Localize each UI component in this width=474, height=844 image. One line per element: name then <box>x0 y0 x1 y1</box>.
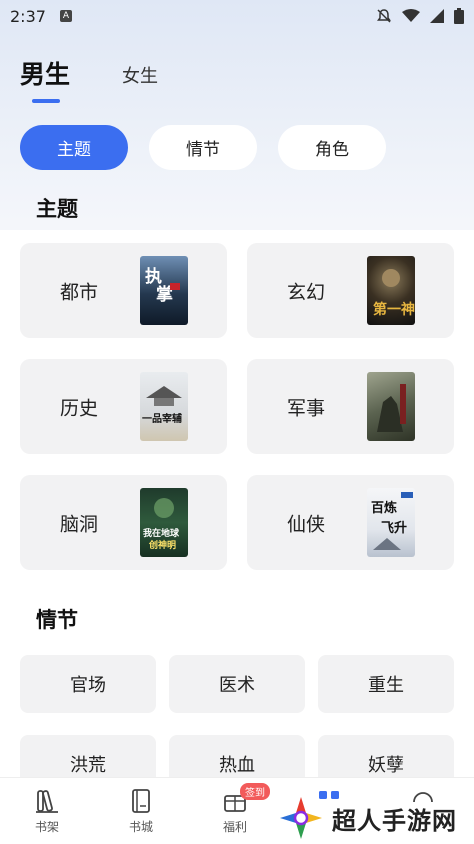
nav-bookshelf[interactable]: 书架 <box>0 778 94 844</box>
book-cover-image: 第一神 <box>367 256 415 325</box>
svg-text:执: 执 <box>145 266 162 287</box>
book-cover-image <box>367 372 415 441</box>
plot-grid: 官场 医术 重生 洪荒 热血 妖孽 <box>20 655 454 793</box>
signal-icon <box>430 9 444 23</box>
plot-chip-medicine[interactable]: 医术 <box>169 655 305 713</box>
theme-card-label: 历史 <box>60 397 99 419</box>
book-cover-image: 我在地球 创神明 <box>140 488 188 557</box>
filter-plot[interactable]: 情节 <box>149 125 257 170</box>
svg-text:飞升: 飞升 <box>381 520 407 536</box>
svg-text:一品宰辅: 一品宰辅 <box>142 412 182 425</box>
theme-card-label: 都市 <box>60 281 99 303</box>
sign-in-badge: 签到 <box>240 783 270 800</box>
nav-bookstore-label: 书城 <box>128 820 153 834</box>
tab-male[interactable]: 男生 <box>20 55 71 103</box>
bookshelf-icon <box>36 790 58 813</box>
theme-card-brainstorm[interactable]: 脑洞 我在地球 创神明 <box>20 475 227 570</box>
theme-card-xianxia[interactable]: 仙侠 百炼 飞升 <box>247 475 454 570</box>
status-time: 2:37 <box>10 6 46 26</box>
plot-chip-officialdom[interactable]: 官场 <box>20 655 156 713</box>
wifi-icon <box>402 9 420 22</box>
theme-card-label: 仙侠 <box>287 513 326 535</box>
gender-tabs: 男生 女生 <box>20 55 210 103</box>
mute-icon <box>377 9 391 23</box>
svg-text:百炼: 百炼 <box>371 500 397 516</box>
nav-bookstore[interactable]: 书城 <box>94 778 188 844</box>
theme-grid: 都市 执 掌 玄幻 第一神 历史 一品宰辅 军事 脑洞 我在地球 创神明 仙侠 … <box>20 243 454 570</box>
book-cover-image: 百炼 飞升 <box>367 488 415 557</box>
tab-female[interactable]: 女生 <box>122 62 158 88</box>
status-bar: 2:37 A <box>0 0 474 32</box>
plot-chip-rebirth[interactable]: 重生 <box>318 655 454 713</box>
watermark-logo-icon <box>279 796 323 840</box>
book-cover-image: 一品宰辅 <box>140 372 188 441</box>
filter-role[interactable]: 角色 <box>278 125 386 170</box>
nav-welfare[interactable]: 福利 签到 <box>188 778 282 844</box>
watermark-text: 超人手游网 <box>332 806 457 835</box>
book-cover-image: 执 掌 <box>140 256 188 325</box>
theme-card-label: 脑洞 <box>60 513 99 535</box>
svg-text:创神明: 创神明 <box>148 539 176 551</box>
nav-welfare-label: 福利 <box>222 820 247 834</box>
theme-card-label: 军事 <box>287 397 326 419</box>
active-tab-indicator <box>32 99 60 103</box>
filter-theme[interactable]: 主题 <box>20 125 128 170</box>
tab-male-label: 男生 <box>20 60 71 89</box>
svg-text:我在地球: 我在地球 <box>143 527 180 539</box>
theme-section-title: 主题 <box>36 197 78 221</box>
theme-card-label: 玄幻 <box>287 281 326 303</box>
theme-card-fantasy[interactable]: 玄幻 第一神 <box>247 243 454 338</box>
svg-text:第一神: 第一神 <box>373 301 415 318</box>
bookstore-icon <box>132 789 150 813</box>
battery-icon <box>454 8 464 24</box>
theme-card-urban[interactable]: 都市 执 掌 <box>20 243 227 338</box>
plot-section-title: 情节 <box>36 608 78 632</box>
notification-icon: A <box>59 10 72 22</box>
theme-card-history[interactable]: 历史 一品宰辅 <box>20 359 227 454</box>
nav-bookshelf-label: 书架 <box>34 820 59 834</box>
theme-card-military[interactable]: 军事 <box>247 359 454 454</box>
watermark: 超人手游网 <box>276 792 474 844</box>
filter-pills: 主题 情节 角色 <box>20 125 386 170</box>
tab-female-label: 女生 <box>122 66 159 87</box>
